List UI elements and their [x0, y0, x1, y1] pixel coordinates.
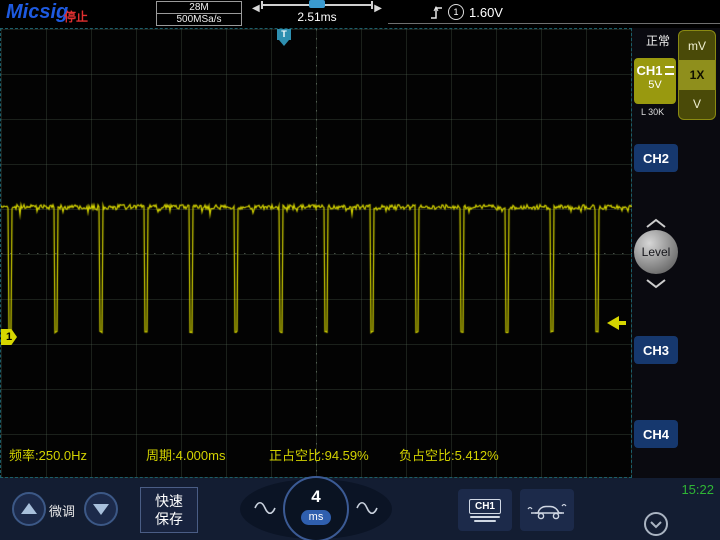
bottom-bar: 微调 快速 保存 4 ms CH1 15:22: [0, 476, 720, 540]
ch1-bandwidth-info: L 30K: [641, 107, 665, 117]
waveform-canvas[interactable]: [1, 29, 633, 479]
trigger-level-arrow-tail: [619, 321, 626, 325]
ch1-scale: 5V: [648, 79, 662, 91]
vertical-scale-group: mV 1X V: [678, 30, 716, 120]
fine-up-button[interactable]: [12, 492, 46, 526]
dc-coupling-icon: [664, 66, 674, 75]
trigger-level-arrow-icon[interactable]: [607, 316, 619, 330]
chevron-down-icon: [650, 520, 662, 528]
waveform-display-area[interactable]: T 1 频率:250.0Hz 周期:4.000ms 正占空比:94.59% 负占…: [0, 28, 633, 479]
measurement-period: 周期:4.000ms: [146, 448, 226, 463]
ch1-button[interactable]: CH1 5V: [634, 58, 676, 104]
sine-right-icon[interactable]: [356, 501, 378, 515]
stack-icon: [470, 515, 500, 518]
ch3-button[interactable]: CH3: [634, 336, 678, 364]
quick-save-button[interactable]: 快速 保存: [140, 487, 198, 533]
measurement-positive-duty: 正占空比:94.59%: [269, 448, 369, 463]
trigger-position-marker[interactable]: T: [277, 29, 291, 40]
collapse-button[interactable]: [644, 512, 668, 536]
right-control-panel: 正常 mV 1X V CH1 5V L 30K CH2 Level CH3 CH…: [632, 28, 720, 478]
level-down-chevron-icon[interactable]: [645, 278, 667, 289]
trigger-mode-label: 正常: [646, 34, 671, 48]
horizontal-position-widget[interactable]: ◀ ▶ 2.51ms: [252, 0, 382, 26]
top-bar: Micsig 停止 28M 500MSa/s ◀ ▶ 2.51ms 1 1.60…: [0, 0, 720, 28]
quick-save-line2: 保存: [155, 511, 183, 527]
micsig-logo: Micsig: [6, 1, 69, 23]
run-stop-status[interactable]: 停止: [64, 8, 88, 25]
trigger-level-value: 1.60V: [469, 4, 503, 20]
auto-mode-button[interactable]: [520, 489, 574, 531]
ch2-button[interactable]: CH2: [634, 144, 678, 172]
scale-mv-button[interactable]: mV: [679, 31, 715, 60]
fine-adjust-label: 微调: [49, 504, 76, 519]
level-up-chevron-icon[interactable]: [645, 218, 667, 229]
timebase-unit: ms: [300, 510, 332, 525]
measurement-frequency: 频率:250.0Hz: [9, 448, 88, 463]
level-knob[interactable]: Level: [634, 230, 678, 274]
clock-time: 15:22: [681, 482, 714, 497]
car-icon: [527, 503, 567, 520]
oscilloscope-screen: Micsig 停止 28M 500MSa/s ◀ ▶ 2.51ms 1 1.60…: [0, 0, 720, 540]
triangle-up-icon: [21, 503, 37, 514]
ch4-button[interactable]: CH4: [634, 420, 678, 448]
hpos-right-tick: [371, 1, 373, 9]
stack-icon-2: [474, 519, 496, 522]
trigger-source-badge: 1: [448, 4, 464, 20]
fine-down-button[interactable]: [84, 492, 118, 526]
hpos-value: 2.51ms: [297, 10, 337, 24]
trace-select-button[interactable]: CH1: [458, 489, 512, 531]
sine-left-icon[interactable]: [254, 501, 276, 515]
trigger-readout[interactable]: 1 1.60V: [430, 4, 503, 20]
memory-depth: 28M: [189, 2, 209, 13]
scale-v-button[interactable]: V: [679, 90, 715, 119]
probe-1x-button[interactable]: 1X: [679, 60, 715, 90]
sample-rate: 500MSa/s: [157, 13, 241, 25]
hpos-handle[interactable]: [309, 0, 325, 8]
trigger-position-pointer-icon: [279, 40, 289, 46]
measurement-negative-duty: 负占空比:5.412%: [399, 448, 499, 463]
timebase-value: 4: [311, 487, 321, 506]
trace-ch1-chip: CH1: [468, 498, 501, 514]
quick-save-line1: 快速: [155, 493, 183, 509]
timebase-dial-group: 4 ms: [240, 476, 392, 540]
ch1-label: CH1: [636, 63, 663, 78]
trigger-slope-icon: [431, 5, 442, 19]
triangle-down-icon: [93, 504, 109, 515]
timebase-dial[interactable]: 4 ms: [283, 476, 349, 540]
top-divider-line: [388, 23, 720, 24]
sample-info-box: 28M 500MSa/s: [156, 1, 242, 26]
